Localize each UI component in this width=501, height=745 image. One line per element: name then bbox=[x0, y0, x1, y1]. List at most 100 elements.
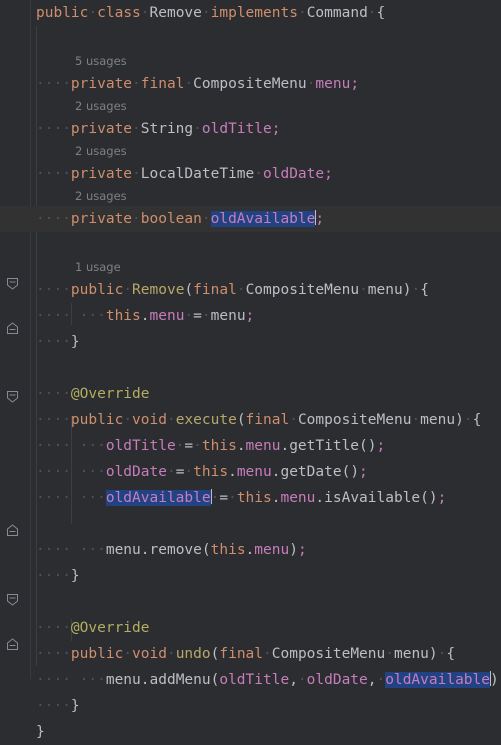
indent-dots: ···· bbox=[36, 646, 71, 662]
indent-dots: ···· ··· bbox=[36, 438, 106, 454]
code-content[interactable]: public·class·Remove·implements·Command·{… bbox=[0, 0, 501, 740]
code-line-annotation-override-2[interactable]: ····@Override bbox=[31, 615, 501, 641]
code-editor[interactable]: public·class·Remove·implements·Command·{… bbox=[0, 0, 501, 740]
param-menu: menu bbox=[210, 308, 246, 324]
keyword-public: public bbox=[70, 412, 124, 428]
param-menu: menu bbox=[393, 646, 429, 662]
usage-hint-menu-field[interactable]: 5 usages bbox=[31, 52, 501, 71]
code-line-blank-5[interactable] bbox=[31, 589, 501, 615]
usage-hint-old-date-field[interactable]: 2 usages bbox=[31, 142, 501, 161]
space: · bbox=[297, 5, 307, 21]
code-line-assign-oldTitle[interactable]: ···· ···oldTitle·=·this.menu.getTitle(); bbox=[31, 433, 501, 459]
selected-occurrence-oldAvailable[interactable]: oldAvailable bbox=[385, 671, 491, 688]
annotation-override: @Override bbox=[70, 620, 150, 636]
type-CompositeMenu: CompositeMenu bbox=[297, 412, 412, 428]
keyword-implements: implements bbox=[210, 5, 298, 21]
code-line-blank-3[interactable] bbox=[31, 355, 501, 381]
paren-close: ) bbox=[289, 542, 298, 558]
code-line-constructor-signature[interactable]: ····public·Remove(final·CompositeMenu·me… bbox=[31, 277, 501, 303]
space: · bbox=[201, 5, 211, 21]
keyword-this: this bbox=[193, 464, 229, 480]
keyword-public: public bbox=[70, 646, 124, 662]
keyword-private: private bbox=[70, 166, 133, 182]
fold-end-icon-execute[interactable] bbox=[6, 524, 19, 537]
keyword-this: this bbox=[210, 542, 246, 558]
code-line-call-remove[interactable]: ···· ···menu.remove(this.menu); bbox=[31, 537, 501, 563]
paren-close: ) bbox=[367, 438, 377, 454]
usage-hint-constructor[interactable]: 1 usage bbox=[31, 258, 501, 277]
paren-close: ) bbox=[428, 646, 438, 662]
space: · bbox=[201, 308, 211, 324]
code-line-blank-4[interactable] bbox=[31, 511, 501, 537]
code-line-assign-oldDate[interactable]: ···· ···oldDate·=·this.menu.getDate(); bbox=[31, 459, 501, 485]
indent-dots: ···· bbox=[36, 211, 71, 227]
paren-close: ) bbox=[490, 672, 499, 688]
param-menu: menu bbox=[367, 282, 403, 298]
keyword-final: final bbox=[140, 76, 185, 92]
selected-text-oldAvailable[interactable]: oldAvailable bbox=[210, 210, 317, 227]
dot: . bbox=[245, 542, 255, 558]
semicolon: ; bbox=[359, 464, 368, 480]
space: · bbox=[132, 211, 141, 227]
type-Remove: Remove bbox=[149, 5, 202, 21]
semicolon: ; bbox=[245, 308, 255, 324]
keyword-public: public bbox=[70, 282, 124, 298]
dot: . bbox=[280, 438, 290, 454]
usage-hint-old-available-field[interactable]: 2 usages bbox=[31, 187, 501, 206]
space: · bbox=[193, 438, 202, 454]
type-Command: Command bbox=[306, 5, 368, 21]
dot: . bbox=[140, 672, 150, 688]
method-addMenu: addMenu bbox=[149, 672, 211, 688]
indent-dots: ···· ··· bbox=[36, 542, 106, 558]
indent-dots: ···· ··· bbox=[36, 490, 106, 506]
code-line-call-addMenu[interactable]: ···· ···menu.addMenu(oldTitle,·oldDate,·… bbox=[31, 667, 501, 693]
field-menu: menu bbox=[236, 464, 272, 480]
code-line-field-oldAvailable[interactable]: ····private·boolean·oldAvailable; bbox=[0, 206, 501, 232]
code-line-execute-signature[interactable]: ····public·void·execute(final·CompositeM… bbox=[31, 407, 501, 433]
space: · bbox=[140, 5, 150, 21]
usage-hint-old-title-field[interactable]: 2 usages bbox=[31, 97, 501, 116]
equals: = bbox=[184, 438, 194, 454]
indent-dots: ···· bbox=[36, 76, 71, 92]
paren-open: ( bbox=[359, 438, 368, 454]
keyword-final: final bbox=[193, 282, 237, 298]
semicolon: ; bbox=[437, 490, 447, 506]
code-line-field-oldTitle[interactable]: ····private·String·oldTitle; bbox=[31, 116, 501, 142]
annotation-override: @Override bbox=[70, 386, 150, 402]
space: · bbox=[123, 646, 133, 662]
field-oldDate: oldDate bbox=[263, 166, 325, 182]
code-line-annotation-override-1[interactable]: ····@Override bbox=[31, 381, 501, 407]
dot: . bbox=[236, 438, 246, 454]
editor-gutter[interactable] bbox=[0, 0, 30, 679]
code-line-blank-2[interactable] bbox=[31, 232, 501, 258]
code-line-field-menu[interactable]: ····private·final·CompositeMenu·menu; bbox=[31, 71, 501, 97]
code-line-assign-this-menu[interactable]: ···· ···this.menu·=·menu; bbox=[31, 303, 501, 329]
code-line-constructor-close[interactable]: ····} bbox=[31, 329, 501, 355]
fold-expanded-icon-undo[interactable] bbox=[6, 593, 19, 606]
fold-expanded-icon-execute[interactable] bbox=[6, 390, 19, 403]
code-line-assign-oldAvailable[interactable]: ···· ···oldAvailable·=·this.menu.isAvail… bbox=[31, 485, 501, 511]
space: · bbox=[184, 464, 194, 480]
space: · bbox=[88, 5, 98, 21]
code-line-class-declaration[interactable]: public·class·Remove·implements·Command·{ bbox=[31, 0, 501, 26]
type-String: String bbox=[140, 121, 194, 137]
code-line-execute-close[interactable]: ····} bbox=[31, 563, 501, 589]
space: · bbox=[184, 308, 194, 324]
space: · bbox=[263, 646, 272, 662]
selected-occurrence-oldAvailable[interactable]: oldAvailable bbox=[105, 489, 212, 506]
paren-open: ( bbox=[201, 542, 211, 558]
code-line-undo-signature[interactable]: ····public·void·undo(final·CompositeMenu… bbox=[31, 641, 501, 667]
semicolon: ; bbox=[376, 438, 386, 454]
code-line-field-oldDate[interactable]: ····private·LocalDateTime·oldDate; bbox=[31, 161, 501, 187]
code-line-class-close[interactable]: } bbox=[31, 719, 501, 745]
dot: . bbox=[140, 308, 150, 324]
space: · bbox=[385, 646, 394, 662]
fold-expanded-icon-constructor[interactable] bbox=[6, 277, 19, 290]
code-line-blank-1[interactable] bbox=[31, 26, 501, 52]
fold-end-icon-undo[interactable] bbox=[6, 638, 19, 651]
space: · bbox=[132, 121, 141, 137]
code-line-undo-close[interactable]: ····} bbox=[31, 693, 501, 719]
fold-end-icon-constructor[interactable] bbox=[6, 322, 19, 335]
type-LocalDateTime: LocalDateTime bbox=[140, 166, 255, 182]
selection-label: oldAvailable bbox=[105, 490, 211, 506]
